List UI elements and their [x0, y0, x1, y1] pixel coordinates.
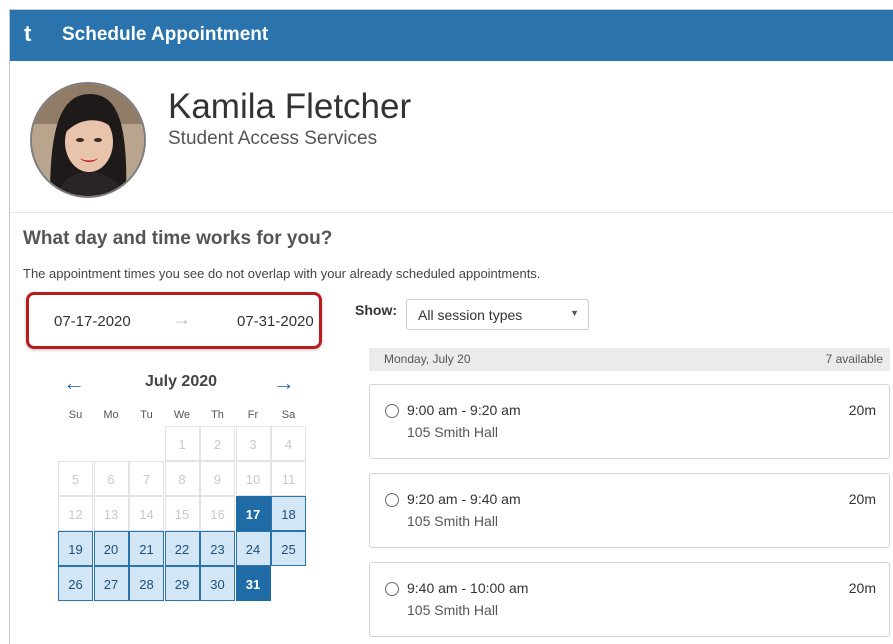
calendar-weekday-label: Th	[211, 409, 224, 421]
arrow-right-icon: →	[173, 309, 191, 329]
calendar-month-title: July 2020	[144, 373, 218, 390]
calendar-day: 6	[93, 461, 129, 496]
calendar-day: 8	[164, 461, 200, 496]
slot-location: 105 Smith Hall	[407, 513, 499, 529]
session-type-value: All session types	[418, 307, 523, 323]
avatar-photo	[32, 84, 144, 196]
calendar-day: 12	[58, 496, 93, 531]
calendar-day[interactable]: 26	[58, 566, 93, 601]
slot-time: 9:00 am - 9:20 am	[407, 402, 521, 418]
slot-time: 9:20 am - 9:40 am	[407, 491, 521, 507]
calendar-day: 2	[200, 426, 235, 461]
filter-label: Show:	[355, 302, 397, 318]
calendar-day[interactable]: 19	[58, 531, 93, 566]
time-slot[interactable]: 9:20 am - 9:40 am 105 Smith Hall 20m	[369, 473, 890, 548]
time-slot[interactable]: 9:00 am - 9:20 am 105 Smith Hall 20m	[369, 384, 890, 459]
calendar-day[interactable]: 27	[93, 566, 129, 601]
calendar-day[interactable]: 31	[235, 566, 271, 601]
divider	[10, 212, 893, 213]
top-bar: t Schedule Appointment	[10, 10, 893, 61]
calendar-day[interactable]: 30	[200, 566, 235, 601]
calendar-day[interactable]: 21	[129, 531, 164, 566]
date-range-picker[interactable]: 07-17-2020 → 07-31-2020	[26, 292, 322, 349]
caret-down-icon: ▼	[570, 308, 579, 318]
calendar-day[interactable]: 24	[235, 531, 271, 566]
day-group-header: Monday, July 20 7 available	[369, 348, 890, 371]
calendar-day[interactable]: 29	[164, 566, 200, 601]
calendar-weekday-label: Su	[68, 409, 83, 421]
app-window: t Schedule Appointment Kamila Fletcher S…	[9, 9, 893, 644]
calendar-day[interactable]: 20	[93, 531, 129, 566]
calendar-weekday-label: Mo	[103, 409, 119, 421]
slot-duration: 20m	[848, 402, 876, 418]
calendar-day: 4	[271, 426, 306, 461]
radio-icon[interactable]	[385, 404, 399, 418]
section-heading: What day and time works for you?	[23, 228, 333, 249]
calendar-day[interactable]: 23	[200, 531, 235, 566]
calendar-day: 9	[200, 461, 235, 496]
brand-logo-icon[interactable]: t	[24, 22, 44, 46]
day-group-count: 7 available	[825, 352, 883, 366]
calendar-day: 15	[164, 496, 200, 531]
arrow-left-icon[interactable]: ←	[63, 370, 85, 396]
calendar-day[interactable]: 25	[271, 531, 306, 566]
arrow-right-icon[interactable]: →	[273, 370, 295, 396]
range-end-date[interactable]: 07-31-2020	[237, 313, 314, 330]
calendar-weekday-label: Sa	[281, 409, 296, 421]
radio-icon[interactable]	[385, 582, 399, 596]
section-note: The appointment times you see do not ove…	[23, 266, 541, 281]
day-group-date: Monday, July 20	[384, 352, 471, 366]
calendar-day[interactable]: 28	[129, 566, 164, 601]
range-start-date[interactable]: 07-17-2020	[54, 313, 131, 330]
calendar-day: 13	[93, 496, 129, 531]
calendar-day: 16	[200, 496, 235, 531]
calendar-day: 5	[58, 461, 93, 496]
slot-location: 105 Smith Hall	[407, 602, 499, 618]
advisor-name: Kamila Fletcher	[168, 87, 412, 126]
calendar-day[interactable]: 17	[235, 496, 271, 531]
calendar-grid: 1 2 3 4 5 6 7 8 9 10 11 12 13 14 15 16 17 18 19 20 21 22 23 24 2…	[58, 426, 307, 602]
calendar-weekday-label: We	[173, 409, 191, 421]
calendar-weekday-label: Fr	[247, 409, 259, 421]
calendar-day: 1	[164, 426, 200, 461]
calendar-day: 11	[271, 461, 306, 496]
calendar-day: 7	[129, 461, 164, 496]
radio-icon[interactable]	[385, 493, 399, 507]
slot-duration: 20m	[848, 580, 876, 596]
page-title: Schedule Appointment	[62, 24, 269, 45]
calendar-day[interactable]: 18	[271, 496, 306, 531]
advisor-department: Student Access Services	[168, 128, 378, 149]
slot-time: 9:40 am - 10:00 am	[407, 580, 529, 596]
slot-location: 105 Smith Hall	[407, 424, 499, 440]
time-slot[interactable]: 9:40 am - 10:00 am 105 Smith Hall 20m	[369, 562, 890, 637]
avatar	[30, 82, 146, 198]
calendar-weekday-label: Tu	[140, 409, 153, 421]
slot-duration: 20m	[848, 491, 876, 507]
calendar-day: 10	[235, 461, 271, 496]
session-type-select[interactable]: All session types ▼	[406, 299, 589, 330]
calendar-day[interactable]: 22	[164, 531, 200, 566]
calendar-day: 14	[129, 496, 164, 531]
calendar-day: 3	[235, 426, 271, 461]
